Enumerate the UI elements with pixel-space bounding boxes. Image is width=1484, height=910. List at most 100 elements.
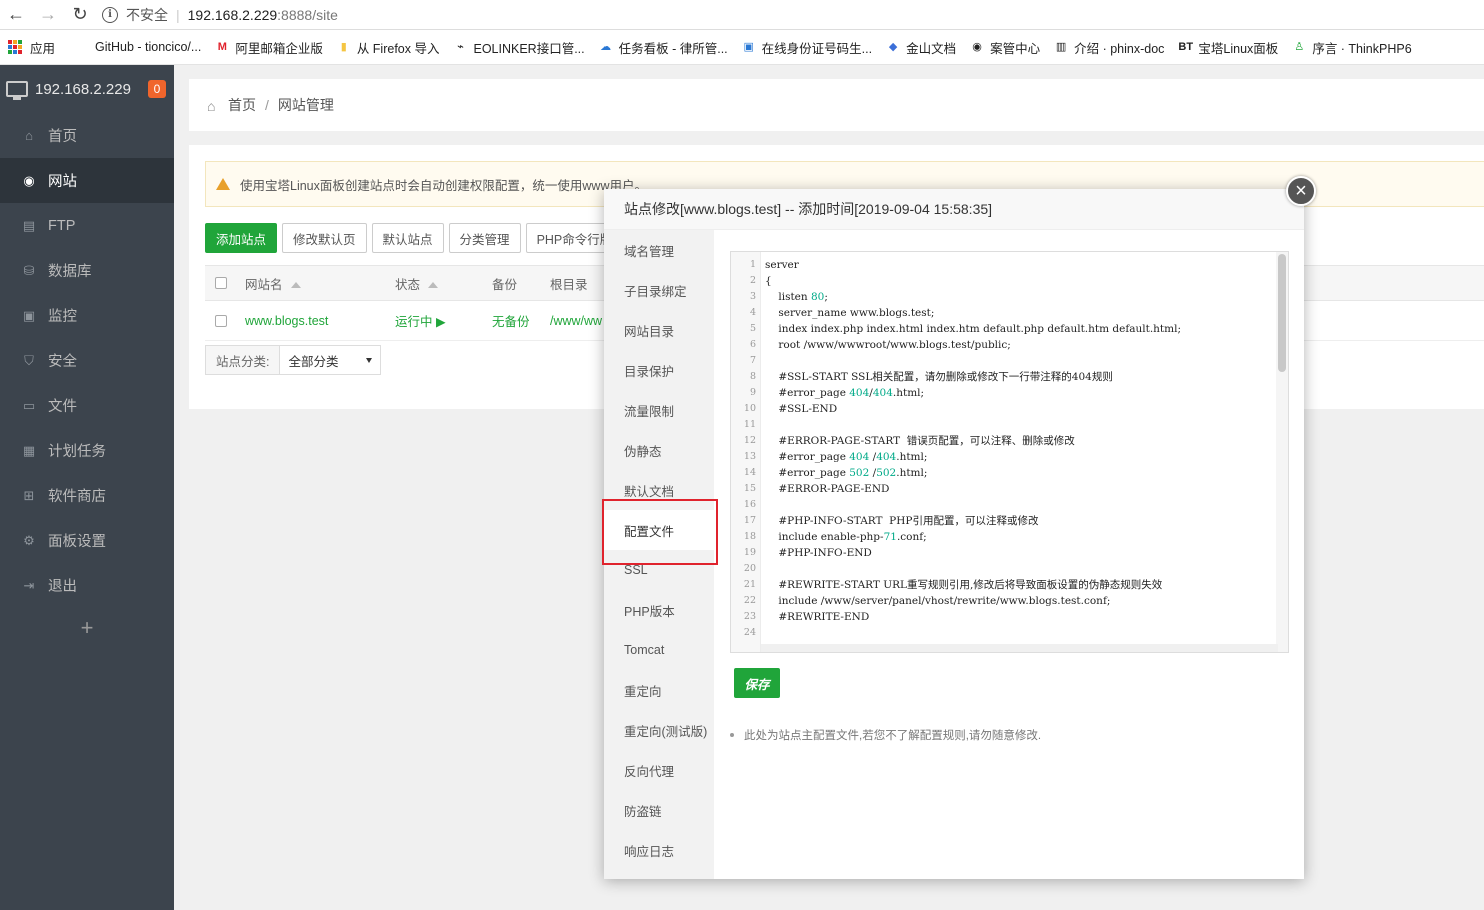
url-field[interactable]: i 不安全 | 192.168.2.229 :8888/site: [102, 5, 338, 25]
code-line[interactable]: listen 80;: [765, 289, 1275, 305]
sidebar-item[interactable]: ⚙ 面板设置: [0, 518, 174, 563]
bookmark-item[interactable]: ▣ 在线身份证号码生...: [742, 38, 872, 57]
modal-nav-item[interactable]: 重定向: [604, 670, 714, 710]
modal-nav-item[interactable]: 域名管理: [604, 230, 714, 270]
modal-nav-item[interactable]: 响应日志: [604, 830, 714, 870]
save-button[interactable]: 保存: [734, 668, 780, 698]
sidebar-item[interactable]: ▭ 文件: [0, 383, 174, 428]
header-status[interactable]: 状态: [395, 274, 492, 293]
bookmarks-bar: 应用 GitHub - tioncico/... M 阿里邮箱企业版 ▮ 从 Firefo…: [0, 30, 1484, 65]
bookmark-item[interactable]: ◆ 金山文档: [886, 38, 956, 57]
code-line[interactable]: [765, 561, 1275, 577]
editor-scrollbar[interactable]: [1276, 252, 1288, 652]
modal-nav-item[interactable]: PHP版本: [604, 590, 714, 630]
info-icon[interactable]: i: [102, 6, 118, 23]
modal-nav-item[interactable]: 伪静态: [604, 430, 714, 470]
forward-icon[interactable]: →: [32, 1, 64, 29]
modal-nav-item[interactable]: 反向代理: [604, 750, 714, 790]
code-line[interactable]: #SSL-END: [765, 401, 1275, 417]
bookmark-item[interactable]: ⌁ EOLINKER接口管...: [453, 38, 584, 57]
code-line[interactable]: #error_page 404 /404.html;: [765, 449, 1275, 465]
code-line[interactable]: #REWRITE-START URL重写规则引用,修改后将导致面板设置的伪静态规…: [765, 577, 1275, 593]
site-backup[interactable]: 无备份: [492, 311, 550, 330]
sidebar-item[interactable]: ⌂ 首页: [0, 113, 174, 158]
modal-nav-item[interactable]: SSL: [604, 550, 714, 590]
row-checkbox[interactable]: [215, 314, 227, 327]
sidebar-item-label: 计划任务: [48, 444, 106, 460]
bookmark-item[interactable]: ▮ 从 Firefox 导入: [337, 38, 440, 57]
site-root[interactable]: /www/ww: [550, 314, 602, 328]
scroll-thumb[interactable]: [1278, 254, 1286, 372]
modal-nav-item[interactable]: 流量限制: [604, 390, 714, 430]
editor-hscrollbar[interactable]: [761, 644, 1278, 652]
code-line[interactable]: [765, 497, 1275, 513]
breadcrumb-home[interactable]: 首页: [228, 95, 256, 115]
sidebar-item[interactable]: ⊞ 软件商店: [0, 473, 174, 518]
code-line[interactable]: #ERROR-PAGE-END: [765, 481, 1275, 497]
header-name[interactable]: 网站名: [245, 274, 395, 293]
line-number: 16: [743, 499, 756, 510]
line-number: 1: [749, 259, 756, 270]
reload-icon[interactable]: ↻: [64, 1, 96, 29]
toolbar-button[interactable]: 添加站点: [205, 223, 278, 253]
bookmark-label: EOLINKER接口管...: [473, 41, 585, 56]
code-line[interactable]: #error_page 404/404.html;: [765, 385, 1275, 401]
sidebar-item[interactable]: ⇥ 退出: [0, 563, 174, 608]
sidebar-item[interactable]: ◉ 网站: [0, 158, 174, 203]
bookmark-item[interactable]: GitHub - tioncico/...: [95, 40, 201, 54]
code-line[interactable]: [765, 417, 1275, 433]
modal-nav-item[interactable]: 目录保护: [604, 350, 714, 390]
toolbar-button[interactable]: 修改默认页: [282, 223, 367, 253]
select-all-checkbox[interactable]: [215, 277, 227, 289]
bookmark-item[interactable]: ☁ 任务看板 - 律所管...: [599, 38, 728, 57]
sidebar-item[interactable]: ▦ 计划任务: [0, 428, 174, 473]
bookmark-label: 金山文档: [906, 41, 957, 56]
code-line[interactable]: #error_page 502 /502.html;: [765, 465, 1275, 481]
sort-icon[interactable]: [290, 282, 301, 289]
sidebar-item[interactable]: ⛉ 安全: [0, 338, 174, 383]
modal-nav-item[interactable]: 网站目录: [604, 310, 714, 350]
code-line[interactable]: #PHP-INFO-END: [765, 545, 1275, 561]
modal-nav-item[interactable]: 子目录绑定: [604, 270, 714, 310]
sort-icon[interactable]: [428, 282, 439, 289]
code-line[interactable]: [765, 353, 1275, 369]
bookmark-item[interactable]: 应用: [0, 38, 55, 57]
code-line[interactable]: {: [765, 273, 1275, 289]
config-editor[interactable]: 1 2 3 4 5 6 7 8 9 10 11 12 13 14 15 16 17 18 19 20 21 22 23 24 …: [730, 251, 1289, 653]
back-icon[interactable]: ←: [0, 1, 32, 29]
category-select[interactable]: 全部分类: [280, 346, 380, 374]
bookmark-item[interactable]: ♙ 序言 · ThinkPHP6: [1292, 38, 1411, 57]
code-line[interactable]: #PHP-INFO-START PHP引用配置，可以注释或修改: [765, 513, 1275, 529]
bookmark-item[interactable]: ▥ 介绍 · phinx-doc: [1054, 38, 1165, 57]
code-line[interactable]: include /www/server/panel/vhost/rewrite/…: [765, 593, 1275, 609]
sidebar-item[interactable]: ▤ FTP: [0, 203, 174, 248]
modal-nav-item[interactable]: 重定向(测试版): [604, 710, 714, 750]
notification-badge[interactable]: 0: [148, 80, 166, 98]
bookmark-item[interactable]: BT 宝塔Linux面板: [1178, 38, 1278, 57]
site-status[interactable]: 运行中 ▶: [395, 311, 492, 330]
code-line[interactable]: server_name www.blogs.test;: [765, 305, 1275, 321]
modal-nav-item[interactable]: 配置文件: [604, 510, 714, 550]
sidebar-item[interactable]: ▣ 监控: [0, 293, 174, 338]
home-icon[interactable]: ⌂: [207, 98, 223, 114]
code-line[interactable]: [765, 625, 1275, 641]
sidebar-item[interactable]: ⛁ 数据库: [0, 248, 174, 293]
modal-nav-item[interactable]: 防盗链: [604, 790, 714, 830]
toolbar-button[interactable]: 分类管理: [448, 223, 521, 253]
close-icon[interactable]: ×: [1286, 176, 1316, 206]
toolbar-button[interactable]: 默认站点: [371, 223, 444, 253]
code-line[interactable]: index index.php index.html index.htm def…: [765, 321, 1275, 337]
code-line[interactable]: root /www/wwwroot/www.blogs.test/public;: [765, 337, 1275, 353]
code-content[interactable]: server{ listen 80; server_name www.blogs…: [765, 257, 1275, 641]
modal-nav-item[interactable]: 默认文档: [604, 470, 714, 510]
code-line[interactable]: #SSL-START SSL相关配置，请勿删除或修改下一行带注释的404规则: [765, 369, 1275, 385]
site-name-link[interactable]: www.blogs.test: [245, 314, 395, 328]
bookmark-item[interactable]: ◉ 案管中心: [970, 38, 1040, 57]
code-line[interactable]: #REWRITE-END: [765, 609, 1275, 625]
add-icon[interactable]: +: [0, 608, 174, 648]
code-line[interactable]: include enable-php-71.conf;: [765, 529, 1275, 545]
bookmark-item[interactable]: M 阿里邮箱企业版: [215, 38, 323, 57]
code-line[interactable]: server: [765, 257, 1275, 273]
code-line[interactable]: #ERROR-PAGE-START 错误页配置，可以注释、删除或修改: [765, 433, 1275, 449]
modal-nav-item[interactable]: Tomcat: [604, 630, 714, 670]
